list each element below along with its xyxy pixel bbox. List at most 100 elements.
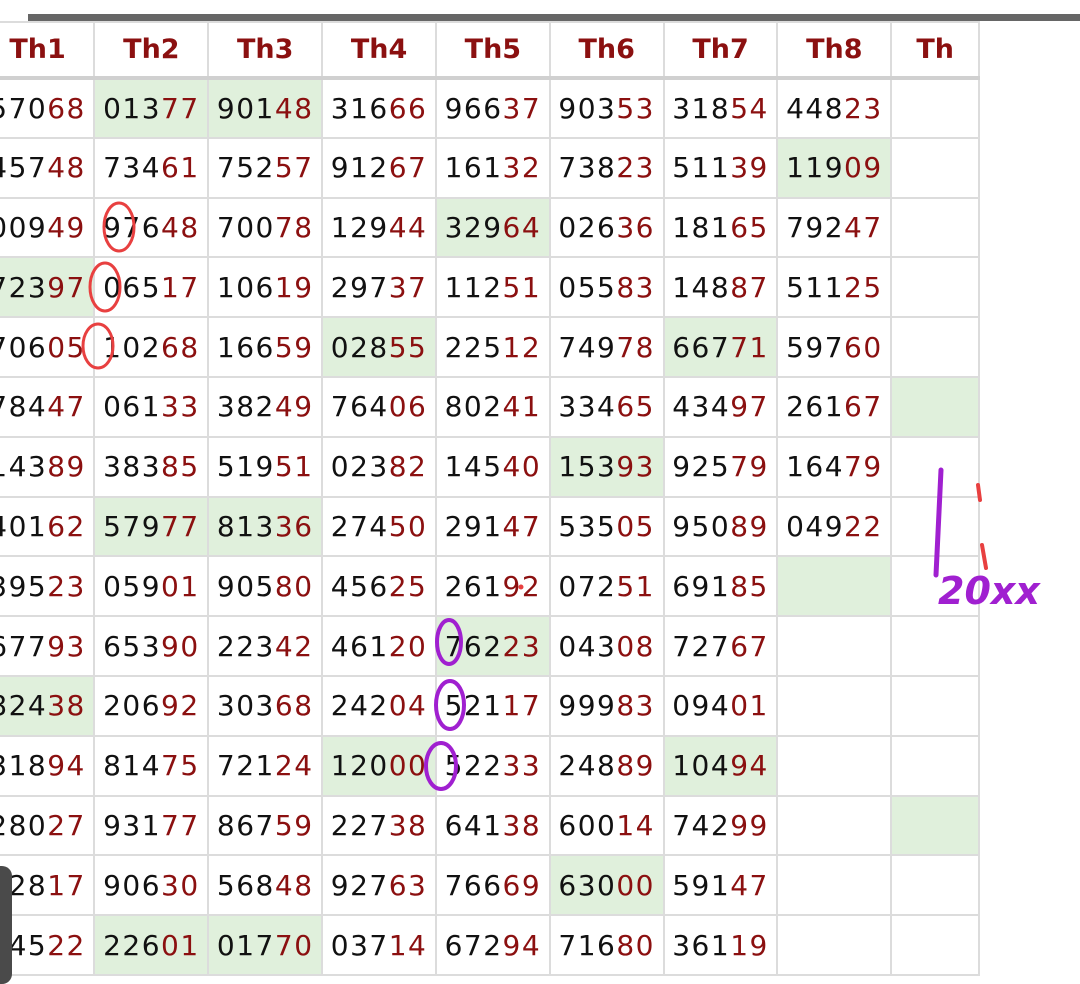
result-suffix: 92 — [502, 569, 542, 603]
result-cell: 30368 — [207, 674, 324, 737]
result-suffix: 17 — [161, 270, 200, 304]
column-header-2[interactable]: Th2 — [93, 21, 210, 79]
result-cell: 66771 — [662, 316, 779, 378]
column-header-1[interactable]: Th1 — [0, 21, 96, 79]
result-prefix: 792 — [786, 210, 845, 244]
result-prefix: 456 — [330, 569, 389, 603]
result-cell: 86759 — [207, 794, 324, 857]
result-suffix: 53 — [616, 91, 655, 125]
result-suffix: 90 — [161, 629, 200, 663]
result-prefix: 716 — [558, 928, 617, 962]
result-cell — [890, 794, 980, 857]
result-suffix: 22 — [47, 928, 86, 962]
result-prefix: 867 — [216, 808, 275, 842]
column-header-4[interactable]: Th4 — [321, 21, 437, 79]
result-suffix: 42 — [274, 629, 314, 663]
result-suffix: 20 — [388, 629, 428, 663]
table-row: 7060510268166590285522512749786677159760 — [0, 316, 980, 378]
result-suffix: 49 — [274, 390, 314, 424]
result-cell: 10494 — [662, 734, 779, 797]
result-suffix: 00 — [616, 868, 655, 902]
result-prefix: 591 — [672, 868, 731, 902]
result-cell: 16479 — [776, 435, 893, 498]
column-header-6[interactable]: Th6 — [548, 21, 665, 79]
result-prefix: 334 — [558, 390, 617, 424]
result-prefix: 166 — [216, 330, 275, 364]
result-prefix: 535 — [558, 509, 617, 543]
result-suffix: 17 — [47, 868, 86, 902]
result-suffix: 51 — [502, 270, 542, 304]
result-cell — [890, 734, 980, 797]
column-header-7[interactable]: Th7 — [662, 21, 779, 79]
result-cell: 12000 — [321, 734, 437, 797]
result-suffix: 68 — [47, 91, 86, 125]
result-prefix: 824 — [0, 689, 48, 723]
result-prefix: 457 — [0, 151, 48, 185]
result-suffix: 97 — [730, 390, 769, 424]
result-cell: 31854 — [662, 77, 779, 139]
result-suffix: 19 — [730, 928, 769, 962]
result-cell: 81336 — [207, 495, 324, 558]
result-suffix: 47 — [502, 509, 542, 543]
column-header-8[interactable]: Th8 — [776, 21, 893, 79]
column-header-3[interactable]: Th3 — [207, 21, 324, 79]
result-cell: 97648 — [93, 196, 210, 259]
table-row: 31894814757212412000522332488910494 — [0, 734, 980, 797]
result-prefix: 906 — [103, 868, 162, 902]
top-bar — [0, 0, 1080, 14]
table-row: 7239706517106192973711251055831488751125 — [0, 256, 980, 319]
result-suffix: 14 — [616, 808, 655, 842]
result-cell — [776, 674, 893, 737]
result-cell: 31894 — [0, 734, 96, 797]
result-prefix: 223 — [216, 629, 275, 663]
column-header-5[interactable]: Th5 — [434, 21, 551, 79]
result-suffix: 78 — [616, 330, 655, 364]
result-cell: 24204 — [321, 674, 437, 737]
result-prefix: 023 — [330, 450, 389, 484]
result-prefix: 226 — [103, 928, 162, 962]
result-prefix: 102 — [103, 330, 162, 364]
result-cell: 38249 — [207, 375, 324, 438]
result-prefix: 382 — [216, 390, 275, 424]
result-prefix: 206 — [103, 689, 162, 723]
result-cell: 07251 — [548, 555, 665, 618]
result-suffix: 06 — [388, 390, 428, 424]
table-row: 4016257977813362745029147535059508904922 — [0, 495, 980, 558]
result-suffix: 50 — [388, 509, 428, 543]
result-prefix: 242 — [330, 689, 389, 723]
result-cell: 22512 — [434, 316, 551, 378]
results-grid[interactable]: y Th1Th2Th3Th4Th5Th6Th7Th8Th 57068013779… — [0, 21, 1080, 984]
result-prefix: 181 — [672, 210, 731, 244]
table-row: 1438938385519510238214540153939257916479 — [0, 435, 980, 498]
result-cell: 03714 — [321, 914, 437, 976]
result-prefix: 120 — [330, 749, 389, 783]
result-cell: 92763 — [321, 854, 437, 917]
result-prefix: 742 — [672, 808, 731, 842]
scroll-handle[interactable] — [0, 866, 12, 984]
result-prefix: 145 — [444, 450, 503, 484]
result-suffix: 65 — [616, 390, 655, 424]
result-cell: 64138 — [434, 794, 551, 857]
result-cell — [890, 256, 980, 319]
column-header-9[interactable]: Th — [890, 21, 980, 79]
result-suffix: 68 — [274, 689, 314, 723]
result-suffix: 37 — [502, 91, 542, 125]
result-suffix: 00 — [388, 749, 428, 783]
result-prefix: 461 — [330, 629, 389, 663]
result-prefix: 905 — [216, 569, 275, 603]
result-cell: 99983 — [548, 674, 665, 737]
result-suffix: 38 — [502, 808, 542, 842]
result-prefix: 104 — [672, 749, 731, 783]
result-cell: 52117 — [434, 674, 551, 737]
result-prefix: 227 — [330, 808, 389, 842]
result-cell: 43497 — [662, 375, 779, 438]
result-cell: 72767 — [662, 615, 779, 677]
result-cell: 92579 — [662, 435, 779, 498]
result-suffix: 01 — [161, 569, 200, 603]
result-prefix: 723 — [0, 270, 48, 304]
result-suffix: 48 — [161, 210, 200, 244]
result-cell: 02855 — [321, 316, 437, 378]
result-prefix: 903 — [558, 91, 617, 125]
result-suffix: 93 — [47, 629, 86, 663]
result-prefix: 043 — [558, 629, 617, 663]
